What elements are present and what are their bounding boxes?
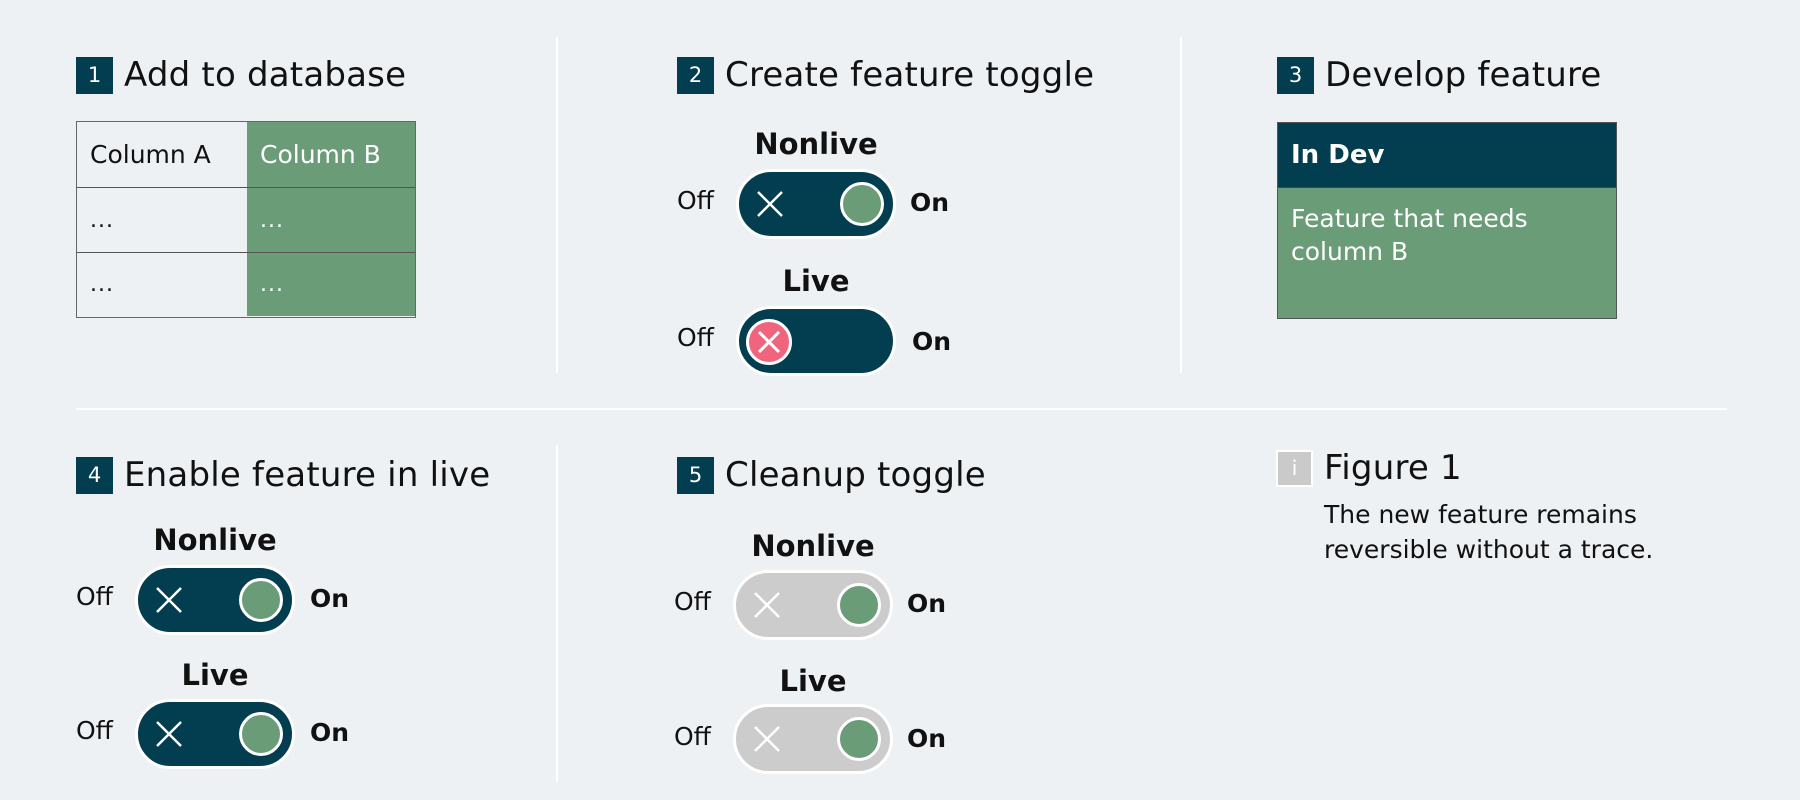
- toggle-on-label: On: [310, 718, 350, 747]
- figure-heading: i Figure 1: [1276, 448, 1462, 488]
- table-cell: ...: [77, 187, 247, 252]
- toggle-on-label: On: [907, 589, 947, 618]
- step-title: Add to database: [124, 55, 407, 95]
- toggle-switch-disabled[interactable]: [733, 570, 893, 640]
- step-number-badge: 3: [1277, 56, 1314, 94]
- dev-card: In Dev Feature that needs column B: [1277, 122, 1617, 319]
- toggle-switch[interactable]: [736, 169, 896, 239]
- toggle-env-label: Live: [782, 264, 850, 298]
- step-title: Cleanup toggle: [725, 455, 986, 495]
- step-5-heading: 5 Cleanup toggle: [677, 455, 986, 495]
- figure-caption: The new feature remains reversible witho…: [1324, 497, 1653, 567]
- toggle-on-label: On: [907, 724, 947, 753]
- figure-caption-line: reversible without a trace.: [1324, 535, 1654, 564]
- toggle-off-label: Off: [76, 582, 113, 611]
- x-icon: [754, 726, 780, 752]
- x-icon: [757, 191, 783, 217]
- toggle-knob-off: [746, 319, 792, 365]
- x-icon: [757, 330, 781, 354]
- divider-vertical-2: [1180, 37, 1182, 373]
- step-number-badge: 4: [76, 456, 113, 494]
- toggle-switch[interactable]: [135, 699, 295, 769]
- toggle-env-label: Nonlive: [153, 523, 277, 557]
- toggle-knob-on: [837, 717, 881, 761]
- table-cell: ...: [77, 252, 247, 316]
- step-1-heading: 1 Add to database: [76, 55, 407, 95]
- toggle-knob-on: [239, 578, 283, 622]
- table-header-column-a: Column A: [77, 122, 247, 187]
- step-title: Develop feature: [1325, 55, 1602, 95]
- step-number-badge: 5: [677, 456, 714, 494]
- step-title: Enable feature in live: [124, 455, 491, 495]
- toggle-off-label: Off: [674, 587, 711, 616]
- table-cell: ...: [247, 252, 415, 316]
- info-icon: i: [1276, 449, 1313, 487]
- x-icon: [754, 592, 780, 618]
- dev-card-body: Feature that needs column B: [1278, 188, 1616, 318]
- step-title: Create feature toggle: [725, 55, 1095, 95]
- toggle-switch[interactable]: [135, 565, 295, 635]
- dev-card-header: In Dev: [1278, 123, 1616, 188]
- toggle-switch-disabled[interactable]: [733, 704, 893, 774]
- toggle-on-label: On: [912, 327, 952, 356]
- toggle-switch[interactable]: [736, 306, 896, 376]
- divider-vertical-1: [556, 37, 558, 373]
- x-icon: [156, 721, 182, 747]
- figure-title: Figure 1: [1324, 448, 1462, 488]
- toggle-knob-on: [837, 583, 881, 627]
- toggle-off-label: Off: [677, 186, 714, 215]
- toggle-on-label: On: [310, 584, 350, 613]
- table-cell: ...: [247, 187, 415, 252]
- toggle-env-label: Nonlive: [754, 127, 878, 161]
- divider-horizontal: [76, 408, 1727, 410]
- step-3-heading: 3 Develop feature: [1277, 55, 1602, 95]
- toggle-off-label: Off: [677, 323, 714, 352]
- step-number-badge: 2: [677, 56, 714, 94]
- table-header-column-b: Column B: [247, 122, 415, 187]
- figure-caption-line: The new feature remains: [1324, 500, 1637, 529]
- toggle-off-label: Off: [76, 716, 113, 745]
- database-table: Column A Column B ... ... ... ...: [76, 121, 416, 318]
- step-2-heading: 2 Create feature toggle: [677, 55, 1095, 95]
- toggle-env-label: Live: [779, 664, 847, 698]
- toggle-knob-on: [840, 182, 884, 226]
- toggle-on-label: On: [910, 188, 950, 217]
- toggle-env-label: Live: [181, 658, 249, 692]
- step-number-badge: 1: [76, 56, 113, 94]
- toggle-env-label: Nonlive: [751, 529, 875, 563]
- step-4-heading: 4 Enable feature in live: [76, 455, 491, 495]
- divider-vertical-3: [556, 445, 558, 782]
- toggle-off-label: Off: [674, 722, 711, 751]
- toggle-knob-on: [239, 712, 283, 756]
- x-icon: [156, 587, 182, 613]
